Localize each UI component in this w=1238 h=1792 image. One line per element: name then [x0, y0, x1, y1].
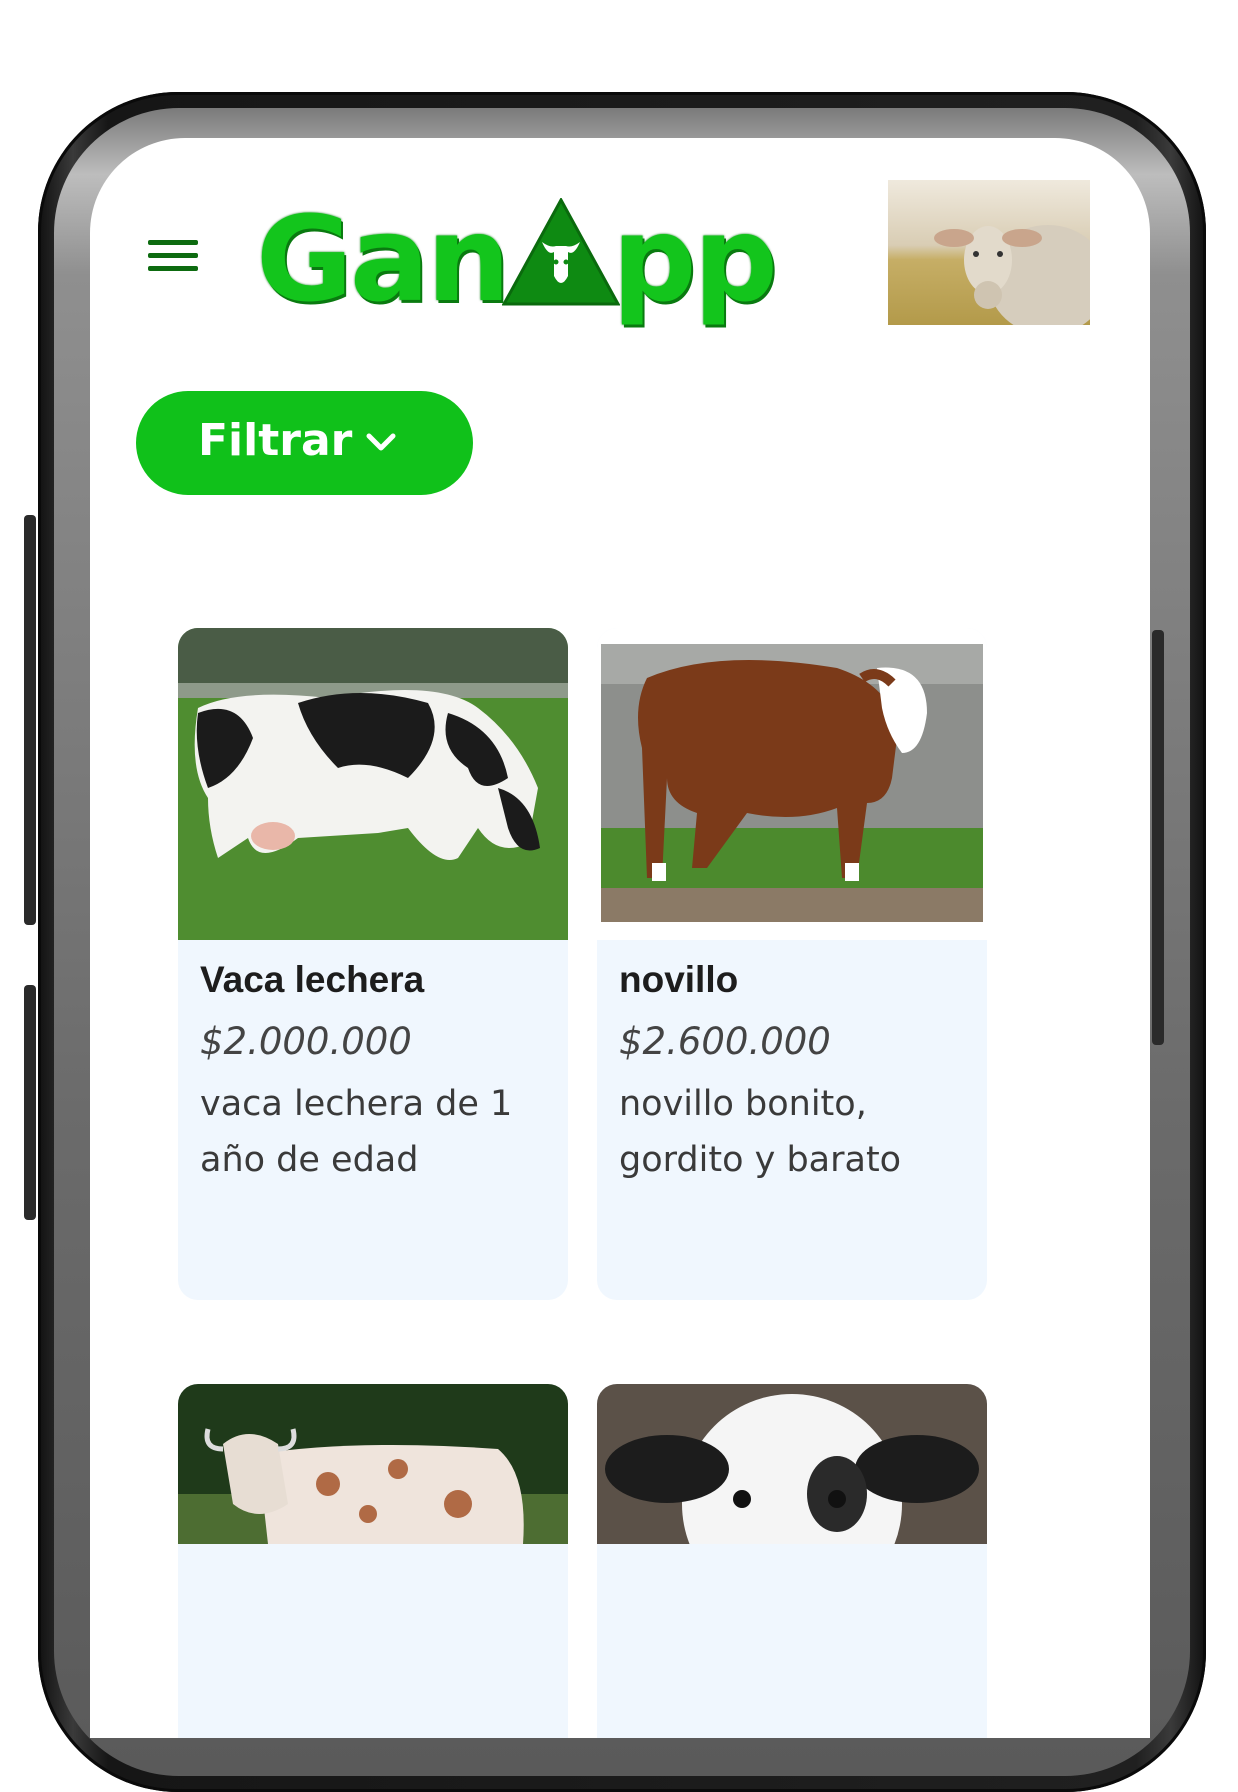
phone-side-button: [1152, 630, 1164, 1045]
listing-card[interactable]: [597, 1384, 987, 1738]
holstein-cow-photo: [178, 628, 568, 940]
listing-description: novillo bonito, gordito y barato: [619, 1084, 902, 1180]
listing-card[interactable]: novillo $2.600.000 novillo bonito, gordi…: [597, 628, 987, 1300]
app-screen: Gan pp Filtrar Vaca lechera $2.000.000 v…: [90, 138, 1150, 1738]
black-white-calf-photo: [597, 1384, 987, 1544]
logo-text-gan: Gan: [256, 190, 510, 328]
filter-button[interactable]: Filtrar: [136, 391, 473, 495]
listing-title: Vaca lechera: [200, 959, 425, 1000]
listing-title: novillo: [619, 959, 739, 1000]
listing-card[interactable]: Vaca lechera $2.000.000 vaca lechera de …: [178, 628, 568, 1300]
listing-card[interactable]: [178, 1384, 568, 1738]
listing-description: vaca lechera de 1 año de edad: [200, 1084, 513, 1180]
hamburger-menu-icon[interactable]: [148, 240, 198, 276]
spotted-zebu-cow-photo: [178, 1384, 568, 1544]
listing-price: $2.600.000: [619, 1020, 831, 1063]
phone-side-button: [24, 515, 36, 925]
app-logo: Gan pp: [256, 194, 796, 324]
logo-bull-triangle-icon: [502, 198, 620, 306]
phone-side-button: [24, 985, 36, 1220]
listing-price: $2.000.000: [200, 1020, 412, 1063]
logo-text-pp: pp: [612, 190, 778, 328]
profile-avatar[interactable]: [888, 180, 1090, 325]
chevron-down-icon: [366, 433, 396, 451]
brown-steer-photo: [597, 628, 987, 940]
filter-label: Filtrar: [198, 415, 353, 466]
